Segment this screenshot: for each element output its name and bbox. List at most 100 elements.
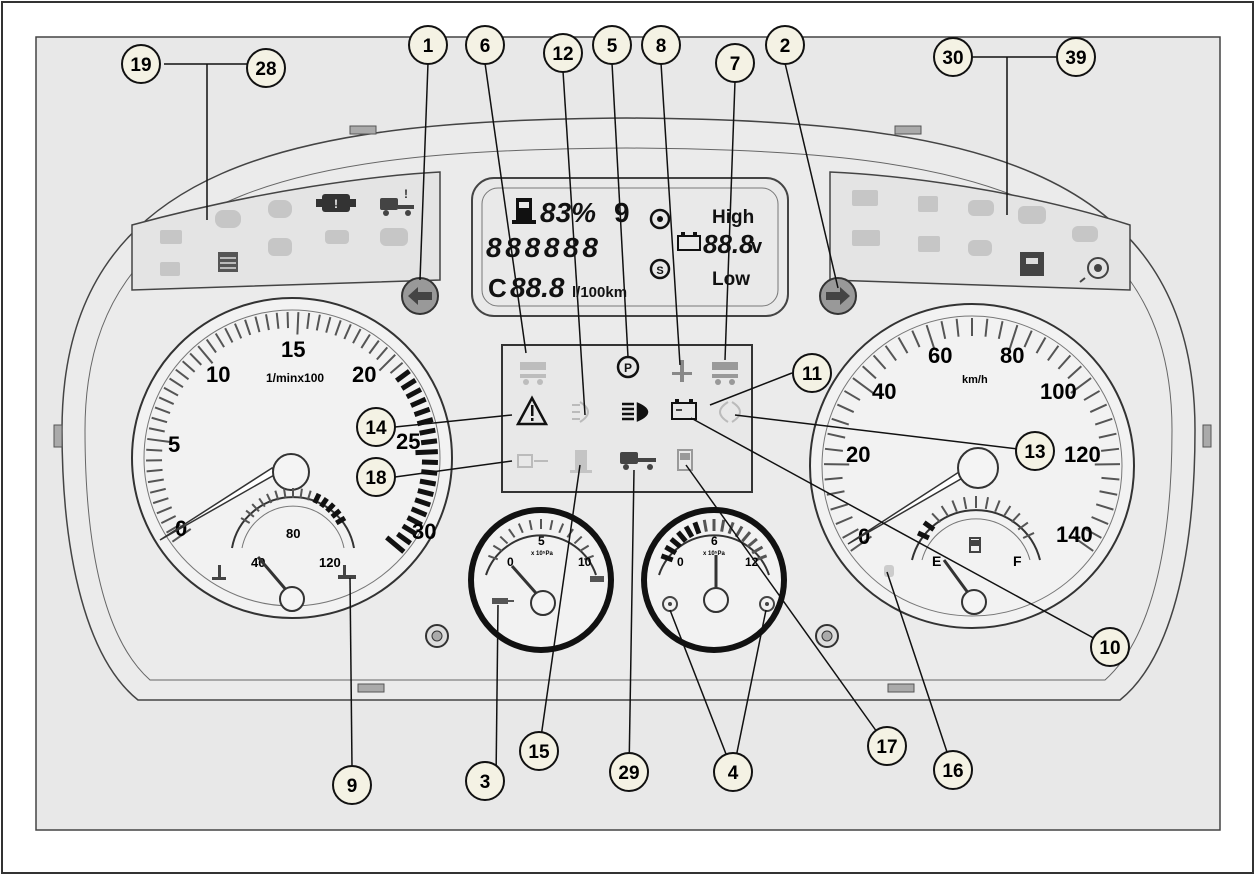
air-unit: x 10⁵Pa xyxy=(703,551,725,557)
svg-text:!: ! xyxy=(334,197,338,211)
oil-label-10: 10 xyxy=(578,555,592,569)
speed-label-120: 120 xyxy=(1064,442,1101,467)
callout-28: 28 xyxy=(246,48,286,88)
door-open-icon xyxy=(1020,252,1044,276)
callout-number: 17 xyxy=(876,737,897,758)
air-pressure-gauge: 0 6 12 x 10⁵Pa xyxy=(641,507,787,653)
tach-label-20: 20 xyxy=(352,362,376,387)
tach-label-15: 15 xyxy=(281,337,305,362)
callout-number: 29 xyxy=(618,763,639,784)
oil-can-icon-right xyxy=(590,576,604,582)
callout-29: 29 xyxy=(609,752,649,792)
callout-2: 2 xyxy=(765,25,805,65)
housing-clip xyxy=(887,683,915,693)
oil-label-5: 5 xyxy=(538,534,545,548)
callout-number: 4 xyxy=(728,763,739,784)
left-turn-indicator xyxy=(401,277,439,315)
lcd-gear: 9 xyxy=(614,197,630,228)
callout-number: 12 xyxy=(552,44,573,65)
callout-18: 18 xyxy=(356,457,396,497)
air-label-0: 0 xyxy=(677,555,684,569)
speed-label-20: 20 xyxy=(846,442,870,467)
callout-number: 8 xyxy=(656,36,667,57)
coolant-level-icon xyxy=(218,252,238,272)
svg-text:!: ! xyxy=(404,187,408,201)
callout-30: 30 xyxy=(933,37,973,77)
callout-number: 7 xyxy=(730,54,741,75)
lcd-consumption-unit: l/100km xyxy=(572,284,627,301)
fuel-label-e: E xyxy=(932,553,941,569)
callout-number: 9 xyxy=(347,776,358,797)
speed-hub xyxy=(957,447,999,489)
svg-text:P: P xyxy=(624,361,632,375)
coolant-label-80: 80 xyxy=(286,526,300,541)
right-turn-indicator xyxy=(819,277,857,315)
callout-number: 18 xyxy=(365,468,386,489)
callout-9: 9 xyxy=(332,765,372,805)
gauge-tick xyxy=(420,438,438,446)
callout-8: 8 xyxy=(641,25,681,65)
housing-clip xyxy=(53,424,63,448)
housing-clip xyxy=(357,683,385,693)
instrument-cluster-diagram: ! ! 83% 9 888888 C 88.8 l/100km S High 8… xyxy=(1,1,1254,874)
speed-label-40: 40 xyxy=(872,379,896,404)
callout-13: 13 xyxy=(1015,431,1055,471)
callout-19: 19 xyxy=(121,44,161,84)
callout-number: 6 xyxy=(480,36,491,57)
callout-number: 10 xyxy=(1099,638,1120,659)
tach-label-30: 30 xyxy=(412,519,436,544)
cruise-icon xyxy=(884,565,894,577)
tach-label-5: 5 xyxy=(168,432,180,457)
callout-number: 30 xyxy=(942,48,963,69)
gauge-tick xyxy=(720,519,726,532)
air-label-6: 6 xyxy=(711,534,718,548)
tach-label-25: 25 xyxy=(396,429,420,454)
callout-12: 12 xyxy=(543,33,583,73)
callout-1: 1 xyxy=(408,25,448,65)
housing-clip xyxy=(349,125,377,135)
speed-label-140: 140 xyxy=(1056,522,1093,547)
gauge-tick xyxy=(146,448,163,452)
callout-number: 1 xyxy=(423,36,434,57)
callout-11: 11 xyxy=(792,353,832,393)
callout-16: 16 xyxy=(933,750,973,790)
callout-17: 17 xyxy=(867,726,907,766)
callout-number: 11 xyxy=(802,364,823,385)
lcd-consumption-prefix: C xyxy=(488,273,507,303)
tach-unit: 1/minx100 xyxy=(266,371,324,385)
callout-5: 5 xyxy=(592,25,632,65)
callout-number: 15 xyxy=(528,742,550,763)
gauge-tick xyxy=(419,478,437,487)
callout-39: 39 xyxy=(1056,37,1096,77)
callout-number: 5 xyxy=(607,36,618,57)
tach-label-10: 10 xyxy=(206,362,230,387)
tachometer: 0 5 10 15 20 25 30 1/minx100 xyxy=(131,297,453,619)
housing-clip xyxy=(1202,424,1212,448)
callout-14: 14 xyxy=(356,407,396,447)
oil-unit: x 10⁵Pa xyxy=(531,551,553,557)
callout-15: 15 xyxy=(519,731,559,771)
lcd-low-label: Low xyxy=(712,269,750,290)
oil-pressure-gauge: 0 5 10 x 10⁵Pa xyxy=(468,507,614,653)
callout-4: 4 xyxy=(713,752,753,792)
callout-number: 19 xyxy=(130,55,151,76)
speed-label-80: 80 xyxy=(1000,343,1024,368)
callout-number: 28 xyxy=(255,59,276,80)
callout-number: 13 xyxy=(1024,442,1045,463)
speed-label-100: 100 xyxy=(1040,379,1077,404)
gauge-tick xyxy=(419,427,436,436)
lcd-fuel-percent: 83% xyxy=(540,197,596,228)
callout-3: 3 xyxy=(465,761,505,801)
callout-number: 14 xyxy=(365,418,387,439)
callout-6: 6 xyxy=(465,25,505,65)
speed-unit: km/h xyxy=(962,374,988,386)
gauge-tick xyxy=(702,519,708,532)
lcd-high-label: High xyxy=(712,207,754,228)
callout-number: 3 xyxy=(480,772,491,793)
tach-hub xyxy=(272,453,310,491)
fuel-label-f: F xyxy=(1013,553,1022,569)
housing-clip xyxy=(894,125,922,135)
gauge-tick xyxy=(296,312,300,335)
speedometer: 0 20 40 60 80 100 120 140 km/h xyxy=(809,303,1135,629)
svg-text:S: S xyxy=(656,265,663,277)
